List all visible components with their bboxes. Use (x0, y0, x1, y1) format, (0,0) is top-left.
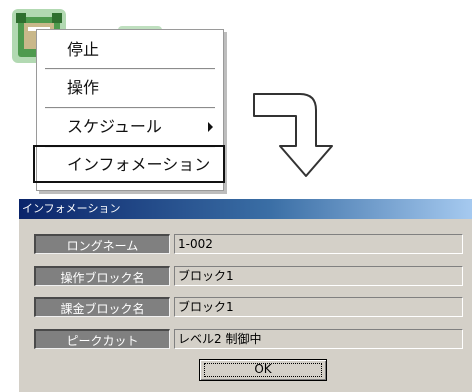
curved-down-arrow-icon (253, 93, 333, 177)
menu-separator (45, 107, 215, 109)
menu-item-operation[interactable]: 操作 (37, 71, 223, 105)
menu-item-operation-label: 操作 (67, 78, 100, 97)
menu-item-stop-label: 停止 (67, 40, 100, 59)
billing-block-label: 課金ブロック名 (34, 297, 170, 317)
information-dialog: インフォメーション ロングネーム 1-002 操作ブロック名 ブロック1 課金ブ… (18, 198, 472, 392)
menu-item-schedule-label: スケジュール (67, 117, 162, 136)
dialog-title: インフォメーション (22, 202, 121, 215)
menu-item-schedule[interactable]: スケジュール (37, 110, 223, 144)
long-name-label: ロングネーム (34, 234, 170, 254)
peak-cut-label: ピークカット (34, 329, 170, 349)
billing-block-value: ブロック1 (174, 297, 463, 317)
dialog-title-bar[interactable]: インフォメーション (19, 199, 472, 219)
ok-button[interactable]: OK (199, 359, 327, 381)
focus-rectangle (204, 363, 322, 377)
long-name-value: 1-002 (174, 234, 463, 254)
peak-cut-value: レベル2 制御中 (174, 329, 463, 349)
menu-separator (45, 68, 215, 70)
submenu-arrow-icon (208, 122, 213, 132)
operation-block-label: 操作ブロック名 (34, 266, 170, 286)
menu-item-stop[interactable]: 停止 (37, 33, 223, 67)
selection-highlight-box (33, 145, 225, 183)
operation-block-value: ブロック1 (174, 266, 463, 286)
